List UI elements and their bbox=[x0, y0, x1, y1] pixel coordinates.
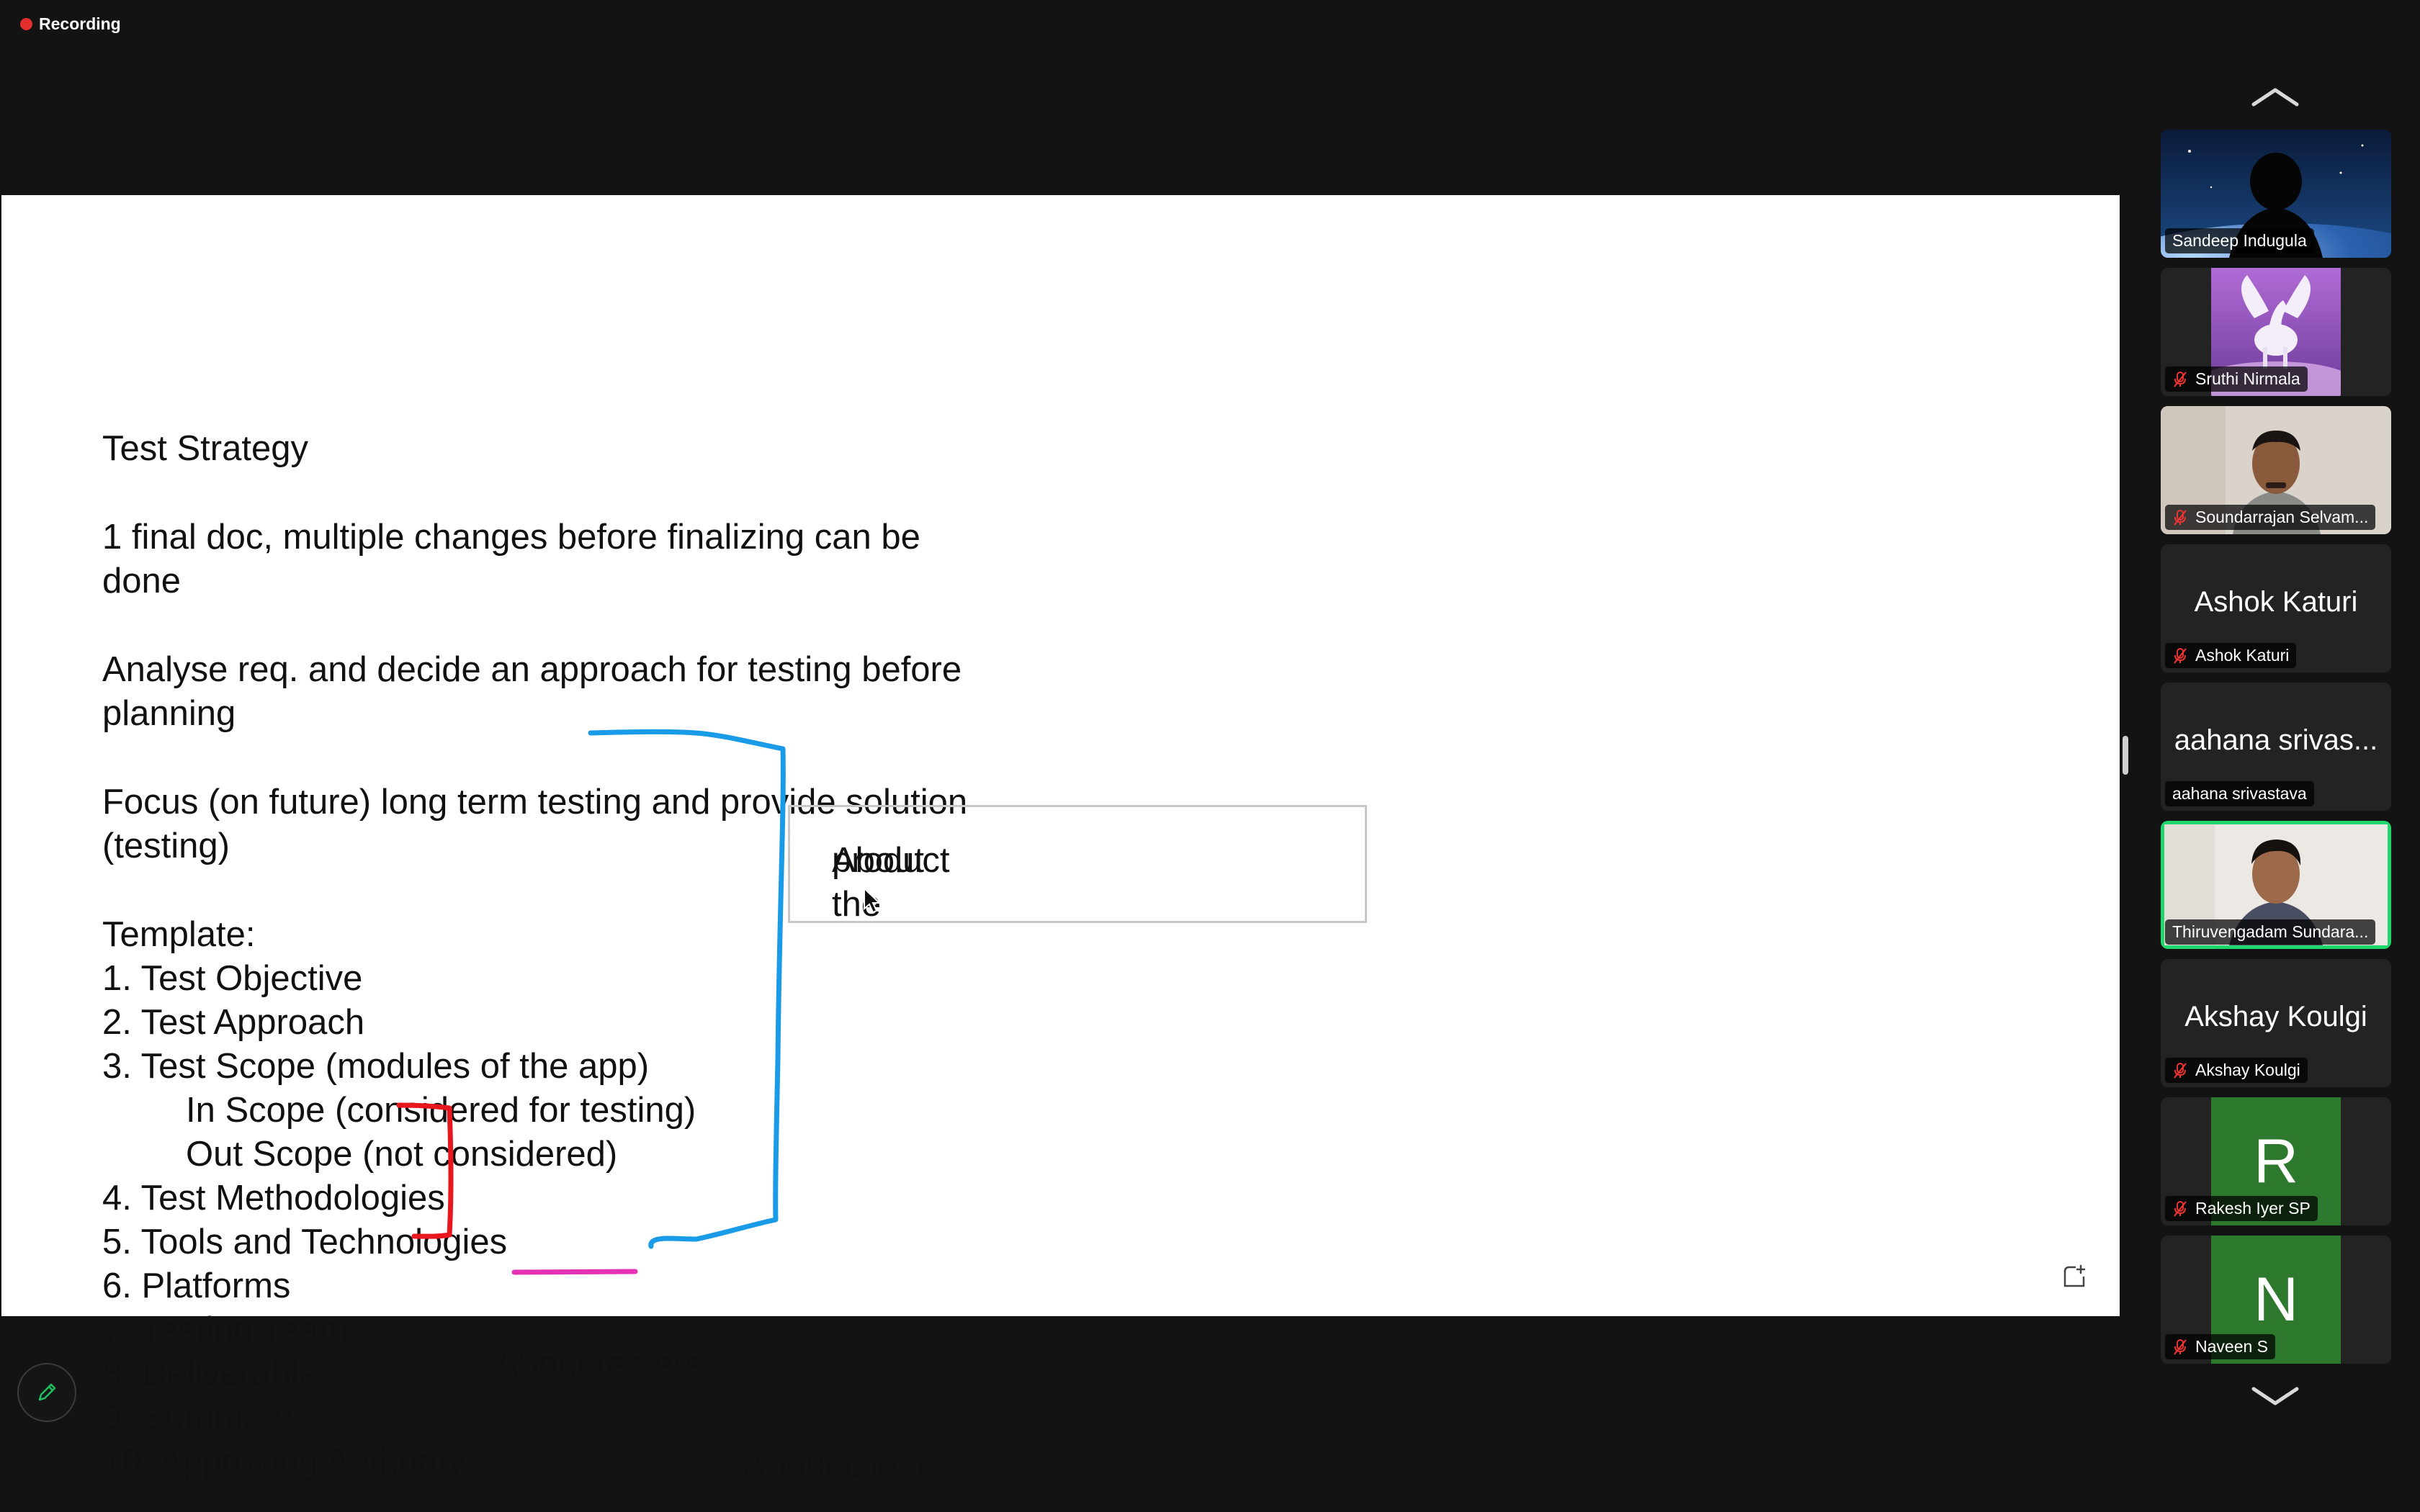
about-client-label: About client bbox=[743, 1446, 928, 1485]
mic-muted-icon bbox=[2174, 1200, 2187, 1217]
mic-muted-icon bbox=[2174, 1062, 2187, 1079]
participant-tile[interactable]: Ashok Katuri Ashok Katuri bbox=[2161, 544, 2391, 672]
participant-display-name: aahana srivas... bbox=[2174, 724, 2378, 756]
participant-name: Ashok Katuri bbox=[2195, 646, 2290, 665]
participant-name: Rakesh Iyer SP bbox=[2195, 1199, 2311, 1218]
slide-line: 2. Test Approach bbox=[102, 1003, 365, 1042]
slide-line: 10. Approving Authority bbox=[102, 1442, 465, 1481]
participant-name-label: Thiruvengadam Sundara... bbox=[2165, 919, 2376, 945]
slide-line: Out Scope (not considered) bbox=[186, 1135, 618, 1174]
recording-label: Recording bbox=[39, 14, 121, 33]
participant-name-label: Soundarrajan Selvam... bbox=[2165, 505, 2376, 530]
participant-tile[interactable]: Soundarrajan Selvam... bbox=[2161, 406, 2391, 534]
participant-tile[interactable]: R Rakesh Iyer SP bbox=[2161, 1097, 2391, 1225]
shared-screen: Test Strategy 1 final doc, multiple chan… bbox=[1, 195, 2120, 1485]
product-annotation-box: About the product bbox=[788, 805, 1367, 924]
avatar-initial: R bbox=[2253, 1127, 2299, 1196]
participant-name: aahana srivastava bbox=[2172, 784, 2307, 803]
mic-muted-icon bbox=[2174, 371, 2187, 387]
slide-line: Analyse req. and decide an approach for … bbox=[102, 650, 962, 689]
slide-line: 1. Test Objective bbox=[102, 959, 363, 998]
slide-line: 6. Platforms bbox=[102, 1266, 291, 1305]
participant-tile[interactable]: Akshay Koulgi Akshay Koulgi bbox=[2161, 959, 2391, 1087]
participant-tile[interactable]: Sruthi Nirmala bbox=[2161, 268, 2391, 396]
about-testers-label: About testers bbox=[495, 1345, 703, 1384]
slide-line: Template: bbox=[102, 915, 256, 954]
product-annotation-line2: product bbox=[832, 841, 950, 880]
scroll-down-icon[interactable] bbox=[2249, 1385, 2301, 1409]
participant-tile[interactable]: Sandeep Indugula bbox=[2161, 130, 2391, 258]
slide-line: planning bbox=[102, 694, 236, 733]
slide-line: 9. Summary bbox=[102, 1398, 293, 1437]
mic-muted-icon bbox=[2174, 1338, 2187, 1355]
slide-line: 1 final doc, multiple changes before fin… bbox=[102, 518, 920, 557]
panel-resize-handle[interactable] bbox=[2123, 736, 2128, 775]
participant-name-label: Sruthi Nirmala bbox=[2165, 366, 2308, 392]
slide-line: (testing) bbox=[102, 827, 230, 865]
participant-name-label: Akshay Koulgi bbox=[2165, 1058, 2308, 1083]
participant-name-label: Sandeep Indugula bbox=[2165, 228, 2314, 253]
participant-name: Thiruvengadam Sundara... bbox=[2172, 922, 2369, 941]
participant-name-label: Rakesh Iyer SP bbox=[2165, 1196, 2318, 1221]
participant-tile[interactable]: aahana srivas... aahana srivastava bbox=[2161, 683, 2391, 811]
pencil-icon bbox=[38, 1383, 56, 1401]
slide-line: 4. Test Methodologies bbox=[102, 1179, 445, 1218]
slide-line: 5. Tools and Technologies bbox=[102, 1223, 508, 1261]
participant-name-label: Ashok Katuri bbox=[2165, 643, 2297, 668]
participant-display-name: Ashok Katuri bbox=[2194, 586, 2358, 618]
participant-name: Naveen S bbox=[2195, 1337, 2269, 1356]
participant-name-label: aahana srivastava bbox=[2165, 781, 2314, 806]
record-dot-icon bbox=[20, 18, 32, 30]
participant-name: Soundarrajan Selvam... bbox=[2195, 508, 2369, 526]
avatar-initial: N bbox=[2253, 1265, 2299, 1334]
participant-name-label: Naveen S bbox=[2165, 1334, 2276, 1359]
participant-tile-active-speaker[interactable]: Thiruvengadam Sundara... bbox=[2161, 821, 2391, 949]
slide-line: 3. Test Scope (modules of the app) bbox=[102, 1047, 650, 1086]
mic-muted-icon bbox=[2174, 647, 2187, 664]
annotate-corner-icon[interactable] bbox=[2061, 1263, 2088, 1290]
scroll-up-icon[interactable] bbox=[2249, 84, 2301, 109]
participant-tile[interactable]: N Naveen S bbox=[2161, 1236, 2391, 1364]
slide-line: 7. Testing Team bbox=[102, 1310, 349, 1349]
slide-line: 8. Deliverables bbox=[102, 1354, 336, 1393]
mic-muted-icon bbox=[2174, 509, 2187, 526]
participant-name: Sruthi Nirmala bbox=[2195, 369, 2300, 388]
slide-line: done bbox=[102, 562, 182, 600]
participant-name: Akshay Koulgi bbox=[2195, 1061, 2300, 1079]
slide-line: In Scope (considered for testing) bbox=[186, 1091, 696, 1130]
slide-title: Test Strategy bbox=[102, 429, 308, 468]
recording-indicator[interactable]: Recording bbox=[20, 14, 121, 34]
participant-display-name: Akshay Koulgi bbox=[2184, 1001, 2367, 1032]
annotate-button[interactable] bbox=[17, 1363, 76, 1422]
participant-name: Sandeep Indugula bbox=[2172, 231, 2307, 250]
